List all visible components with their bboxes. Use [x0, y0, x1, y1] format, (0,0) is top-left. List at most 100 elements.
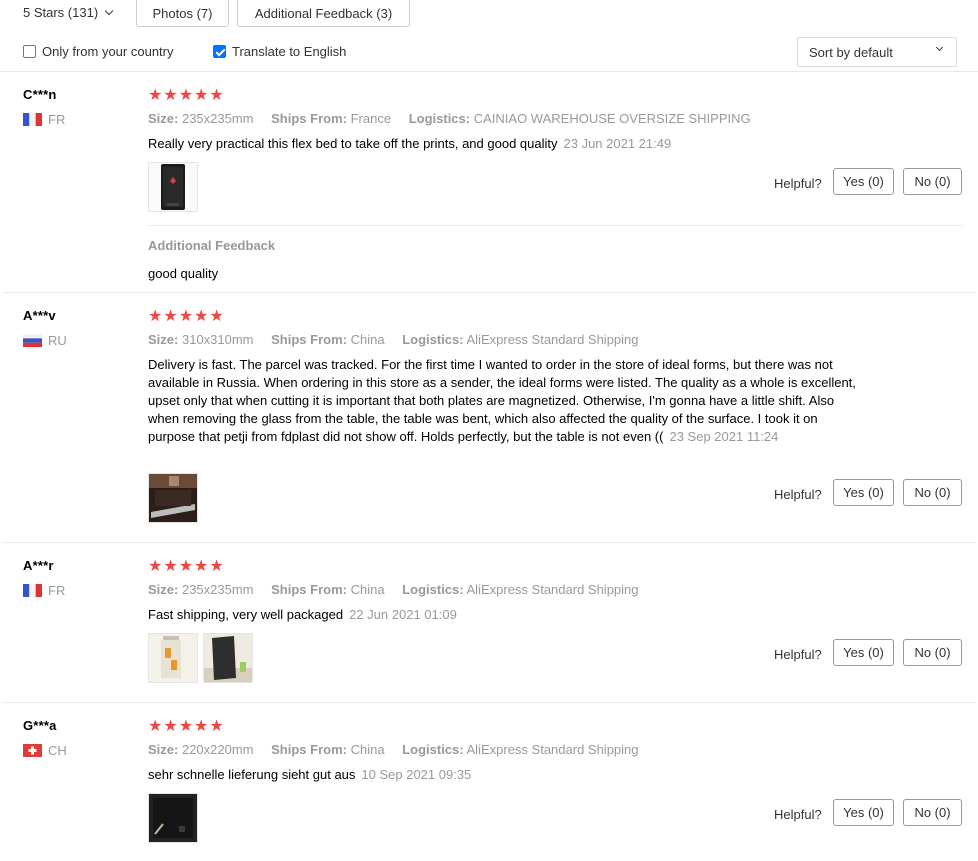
review-meta: Size: 220x220mm Ships From: China Logist… — [148, 742, 639, 757]
additional-feedback-text: good quality — [148, 266, 219, 281]
helpful-yes-button[interactable]: Yes (0) — [833, 639, 894, 666]
ships-from-value: France — [350, 111, 392, 126]
size-value: 235x235mm — [181, 111, 254, 126]
star-rating: ★ ★ ★ ★ ★ — [148, 559, 224, 575]
photo-thumbnail — [149, 163, 197, 211]
star-icon: ★ — [178, 558, 194, 575]
sort-select[interactable]: Sort by default — [797, 37, 957, 67]
ships-from-value: China — [350, 742, 385, 757]
review-text: Really very practical this flex bed to t… — [148, 136, 672, 151]
translate-label: Translate to English — [232, 44, 347, 59]
reviewer-name: C***n — [23, 87, 57, 102]
star-icon: ★ — [178, 87, 194, 104]
additional-feedback-title: Additional Feedback — [148, 238, 276, 253]
photos-filter-button[interactable]: Photos (7) — [136, 0, 229, 27]
star-icon: ★ — [148, 558, 163, 575]
star-icon: ★ — [163, 718, 178, 735]
helpful-yes-button[interactable]: Yes (0) — [833, 799, 894, 826]
star-icon: ★ — [148, 308, 163, 325]
logistics-value: AliExpress Standard Shipping — [466, 332, 639, 347]
reviewer-country: RU — [23, 333, 67, 348]
logistics-value: AliExpress Standard Shipping — [466, 582, 639, 597]
helpful-no-button[interactable]: No (0) — [903, 168, 962, 195]
photo-thumbnail — [149, 634, 197, 682]
photo-thumbnail — [149, 794, 197, 842]
review-text: Fast shipping, very well packaged 22 Jun … — [148, 607, 457, 622]
review-photo[interactable] — [203, 633, 253, 683]
review-item: G***a CH ★ ★ ★ ★ ★ Size: 220x220mm Ships Fro… — [0, 703, 978, 861]
only-country-label: Only from your country — [42, 44, 174, 59]
reviewer-country: FR — [23, 583, 65, 598]
translate-checkbox-row[interactable]: Translate to English — [213, 44, 346, 59]
sort-label: Sort by default — [809, 44, 893, 60]
logistics-value: CAINIAO WAREHOUSE OVERSIZE SHIPPING — [473, 111, 751, 126]
star-filter-label: 5 Stars (131) — [23, 5, 99, 20]
helpful-label: Helpful? — [774, 487, 822, 502]
country-code: FR — [48, 112, 66, 127]
star-icon: ★ — [194, 718, 209, 735]
review-photo[interactable] — [148, 633, 198, 683]
review-date: 22 Jun 2021 01:09 — [349, 607, 457, 622]
helpful-no-button[interactable]: No (0) — [903, 639, 962, 666]
star-icon: ★ — [209, 308, 224, 325]
review-photo[interactable] — [148, 473, 198, 523]
country-code: RU — [48, 333, 67, 348]
helpful-no-button[interactable]: No (0) — [903, 799, 962, 826]
review-photo[interactable] — [148, 162, 198, 212]
additional-feedback-filter-button[interactable]: Additional Feedback (3) — [237, 0, 410, 27]
reviewer-country: FR — [23, 112, 65, 127]
review-item: A***v RU ★ ★ ★ ★ ★ Size: 310x310mm Ships Fro… — [0, 293, 978, 543]
star-filter-dropdown[interactable]: 5 Stars (131) — [23, 5, 114, 20]
chevron-down-icon — [104, 6, 114, 15]
reviewer-name: A***v — [23, 308, 56, 323]
review-date: 23 Sep 2021 11:24 — [669, 429, 779, 444]
helpful-no-button[interactable]: No (0) — [903, 479, 962, 506]
star-icon: ★ — [194, 308, 209, 325]
review-text: Delivery is fast. The parcel was tracked… — [148, 357, 856, 444]
reviewer-country: CH — [23, 743, 67, 758]
flag-fr-icon — [23, 113, 42, 126]
star-icon: ★ — [194, 558, 209, 575]
star-icon: ★ — [209, 718, 224, 735]
star-icon: ★ — [194, 87, 209, 104]
divider — [148, 225, 963, 226]
flag-ru-icon — [23, 334, 42, 347]
star-icon: ★ — [148, 718, 163, 735]
ships-from-value: China — [350, 582, 385, 597]
star-icon: ★ — [178, 308, 194, 325]
helpful-label: Helpful? — [774, 807, 822, 822]
star-icon: ★ — [148, 87, 163, 104]
helpful-yes-button[interactable]: Yes (0) — [833, 479, 894, 506]
star-icon: ★ — [209, 87, 224, 104]
review-meta: Size: 310x310mm Ships From: China Logist… — [148, 332, 639, 347]
review-meta: Size: 235x235mm Ships From: China Logist… — [148, 582, 639, 597]
star-icon: ★ — [178, 718, 194, 735]
review-date: 10 Sep 2021 09:35 — [361, 767, 472, 782]
star-icon: ★ — [163, 87, 178, 104]
country-code: FR — [48, 583, 66, 598]
flag-fr-icon — [23, 584, 42, 597]
photo-thumbnail — [149, 474, 197, 522]
review-text: sehr schnelle lieferung sieht gut aus 10 … — [148, 767, 472, 782]
star-rating: ★ ★ ★ ★ ★ — [148, 719, 224, 735]
size-value: 310x310mm — [181, 332, 254, 347]
logistics-value: AliExpress Standard Shipping — [466, 742, 639, 757]
star-icon: ★ — [209, 558, 224, 575]
chevron-down-icon — [935, 43, 944, 52]
star-rating: ★ ★ ★ ★ ★ — [148, 88, 224, 104]
ships-from-value: China — [350, 332, 385, 347]
flag-ch-icon — [23, 744, 42, 757]
review-item: C***n FR ★ ★ ★ ★ ★ Size: 235x235mm Ships Fro… — [0, 72, 978, 293]
only-country-checkbox[interactable] — [23, 45, 36, 58]
review-photo[interactable] — [148, 793, 198, 843]
translate-checkbox[interactable] — [213, 45, 226, 58]
only-country-checkbox-row[interactable]: Only from your country — [23, 44, 174, 59]
review-date: 23 Jun 2021 21:49 — [563, 136, 672, 151]
review-meta: Size: 235x235mm Ships From: France Logis… — [148, 111, 751, 126]
helpful-label: Helpful? — [774, 647, 822, 662]
helpful-yes-button[interactable]: Yes (0) — [833, 168, 894, 195]
photo-thumbnail — [204, 634, 252, 682]
reviewer-name: G***a — [23, 718, 57, 733]
star-icon: ★ — [163, 558, 178, 575]
size-value: 235x235mm — [181, 582, 254, 597]
